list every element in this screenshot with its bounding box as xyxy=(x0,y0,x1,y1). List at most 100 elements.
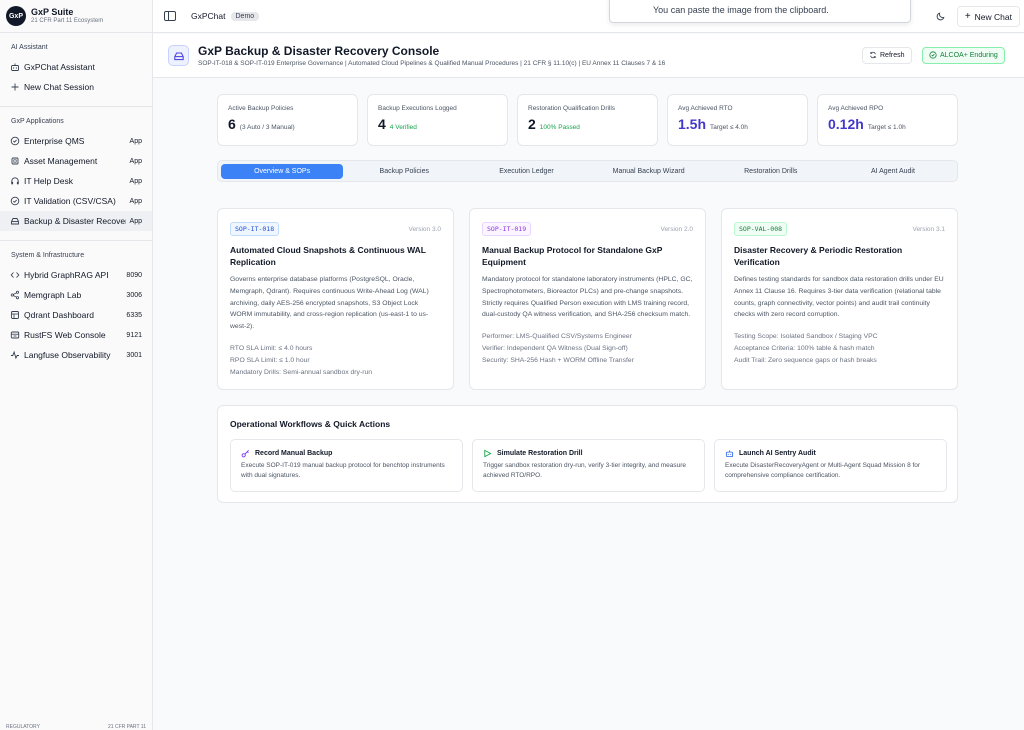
brand[interactable]: GxP GxP Suite 21 CFR Part 11 Ecosystem xyxy=(0,0,152,33)
tab-backup-policies[interactable]: Backup Policies xyxy=(343,164,465,179)
sop-description: Governs enterprise database platforms (P… xyxy=(230,276,429,331)
sop-code-badge: SOP-VAL-008 xyxy=(734,222,788,236)
refresh-button[interactable]: Refresh xyxy=(862,47,912,64)
tab-restoration-drills[interactable]: Restoration Drills xyxy=(710,164,832,179)
tab-overview[interactable]: Overview & SOPs xyxy=(221,163,344,179)
sidebar-item-label: Asset Management xyxy=(24,156,98,166)
stat-card: Active Backup Policies 6 (3 Auto / 3 Man… xyxy=(217,94,358,146)
page-title: GxP Backup & Disaster Recovery Console xyxy=(198,44,440,58)
clipboard-toast: You can paste the image from the clipboa… xyxy=(609,0,911,23)
sop-title: Automated Cloud Snapshots & Continuous W… xyxy=(230,245,426,267)
share-nodes-icon xyxy=(10,290,20,300)
app-badge: App xyxy=(129,157,142,165)
workflow-record-manual-backup[interactable]: Record Manual Backup Execute SOP-IT-019 … xyxy=(230,439,463,492)
demo-badge: Demo xyxy=(230,11,260,21)
sop-description: Mandatory protocol for standalone labora… xyxy=(482,276,693,319)
port-badge: 8090 xyxy=(126,271,142,279)
sidebar-item-label: GxPChat Assistant xyxy=(24,62,95,72)
sidebar-item-label: Memgraph Lab xyxy=(24,290,82,300)
workflow-title: Record Manual Backup xyxy=(255,450,333,457)
workflows-title: Operational Workflows & Quick Actions xyxy=(230,419,391,429)
stat-card: Avg Achieved RTO 1.5h Target ≤ 4.0h xyxy=(667,94,808,146)
tab-manual-backup-wizard[interactable]: Manual Backup Wizard xyxy=(588,164,710,179)
sidebar-footer: REGULATORY 21 CFR PART 11 xyxy=(0,724,152,730)
brand-logo: GxP xyxy=(6,6,26,26)
sidebar-item-qdrant[interactable]: Qdrant Dashboard 6335 xyxy=(0,305,152,325)
workflow-launch-ai-audit[interactable]: Launch AI Sentry Audit Execute DisasterR… xyxy=(714,439,947,492)
sop-meta-line: RPO SLA Limit: ≤ 1.0 hour xyxy=(230,356,310,364)
tab-execution-ledger[interactable]: Execution Ledger xyxy=(465,164,587,179)
app-badge: App xyxy=(129,217,142,225)
hard-drive-icon xyxy=(168,45,189,66)
stat-value: 0.12h xyxy=(828,116,864,132)
new-chat-button[interactable]: + New Chat xyxy=(956,6,1020,27)
sidebar-item-graphrag[interactable]: Hybrid GraphRAG API 8090 xyxy=(0,265,152,285)
sidebar: GxP GxP Suite 21 CFR Part 11 Ecosystem A… xyxy=(0,0,153,730)
alcoa-badge: ALCOA+ Enduring xyxy=(922,47,1005,64)
sop-description: Defines testing standards for sandbox da… xyxy=(734,276,944,319)
sidebar-item-rustfs[interactable]: RustFS Web Console 9121 xyxy=(0,325,152,345)
sop-code-badge: SOP-IT-018 xyxy=(230,222,280,236)
workflow-simulate-restoration[interactable]: Simulate Restoration Drill Trigger sandb… xyxy=(472,439,705,492)
key-icon xyxy=(241,449,250,458)
sop-card: SOP-IT-018 Version 3.0 Automated Cloud S… xyxy=(217,208,454,390)
stat-value: 2 xyxy=(528,116,536,132)
workflow-description: Execute SOP-IT-019 manual backup protoco… xyxy=(241,462,445,479)
sop-meta-line: Verifier: Independent QA Witness (Dual S… xyxy=(482,344,628,352)
activity-icon xyxy=(10,350,20,360)
sop-meta-line: Performer: LMS-Qualified CSV/Systems Eng… xyxy=(482,333,632,341)
app-title: GxPChat xyxy=(191,11,226,21)
new-chat-label: New Chat xyxy=(974,11,1012,22)
stat-card: Avg Achieved RPO 0.12h Target ≤ 1.0h xyxy=(817,94,958,146)
sidebar-item-langfuse[interactable]: Langfuse Observability 3001 xyxy=(0,345,152,365)
app-badge: App xyxy=(129,177,142,185)
port-badge: 6335 xyxy=(126,311,142,319)
sidebar-item-qms[interactable]: Enterprise QMS App xyxy=(0,131,152,151)
sidebar-item-assets[interactable]: Asset Management App xyxy=(0,151,152,171)
stat-label: Avg Achieved RPO xyxy=(828,105,884,112)
stat-note: Target ≤ 4.0h xyxy=(710,124,748,131)
sop-code-badge: SOP-IT-019 xyxy=(482,222,532,236)
stat-value: 1.5h xyxy=(678,116,707,132)
stat-label: Backup Executions Logged xyxy=(378,105,457,112)
play-icon xyxy=(483,449,492,458)
stat-note: (3 Auto / 3 Manual) xyxy=(239,124,295,131)
section-label-apps: GxP Applications xyxy=(11,118,64,125)
sop-version: Version 2.0 xyxy=(660,225,693,233)
moon-icon[interactable] xyxy=(936,11,946,21)
section-label-ai: AI Assistant xyxy=(11,44,48,51)
sidebar-item-validation[interactable]: IT Validation (CSV/CSA) App xyxy=(0,191,152,211)
sidebar-toggle-icon[interactable] xyxy=(164,11,176,21)
sop-card: SOP-VAL-008 Version 3.1 Disaster Recover… xyxy=(721,208,958,390)
plus-icon xyxy=(10,82,20,92)
footer-right: 21 CFR PART 11 xyxy=(108,724,146,730)
page-header: GxP Backup & Disaster Recovery Console S… xyxy=(153,34,1024,78)
sidebar-item-label: Enterprise QMS xyxy=(24,136,85,146)
stat-label: Active Backup Policies xyxy=(228,105,294,112)
sidebar-item-label: Hybrid GraphRAG API xyxy=(24,270,109,280)
app-badge: App xyxy=(129,137,142,145)
sidebar-item-helpdesk[interactable]: IT Help Desk App xyxy=(0,171,152,191)
tab-bar: Overview & SOPs Backup Policies Executio… xyxy=(217,160,958,182)
brand-subtitle: 21 CFR Part 11 Ecosystem xyxy=(31,18,104,24)
sidebar-item-label: Langfuse Observability xyxy=(24,350,111,360)
workflow-title: Launch AI Sentry Audit xyxy=(739,450,816,457)
sidebar-item-gxpchat[interactable]: GxPChat Assistant xyxy=(0,57,152,77)
stat-value: 4 xyxy=(378,116,386,132)
app-badge: App xyxy=(129,197,142,205)
sidebar-item-backup[interactable]: Backup & Disaster Recovery App xyxy=(0,211,152,231)
cpu-icon xyxy=(10,156,20,166)
shield-icon xyxy=(929,50,937,61)
server-icon xyxy=(10,330,20,340)
sidebar-item-memgraph[interactable]: Memgraph Lab 3006 xyxy=(0,285,152,305)
sidebar-item-label: IT Help Desk xyxy=(24,176,73,186)
refresh-label: Refresh xyxy=(880,52,905,59)
sidebar-item-new-chat[interactable]: New Chat Session xyxy=(0,77,152,97)
tab-ai-agent-audit[interactable]: AI Agent Audit xyxy=(832,164,954,179)
sop-meta-line: Testing Scope: Isolated Sandbox / Stagin… xyxy=(734,333,878,341)
sop-meta: Performer: LMS-Qualified CSV/Systems Eng… xyxy=(482,331,693,366)
sop-version: Version 3.1 xyxy=(912,225,945,233)
bot-icon xyxy=(10,62,20,72)
sidebar-item-label: New Chat Session xyxy=(24,82,94,92)
stat-label: Restoration Qualification Drills xyxy=(528,105,616,112)
